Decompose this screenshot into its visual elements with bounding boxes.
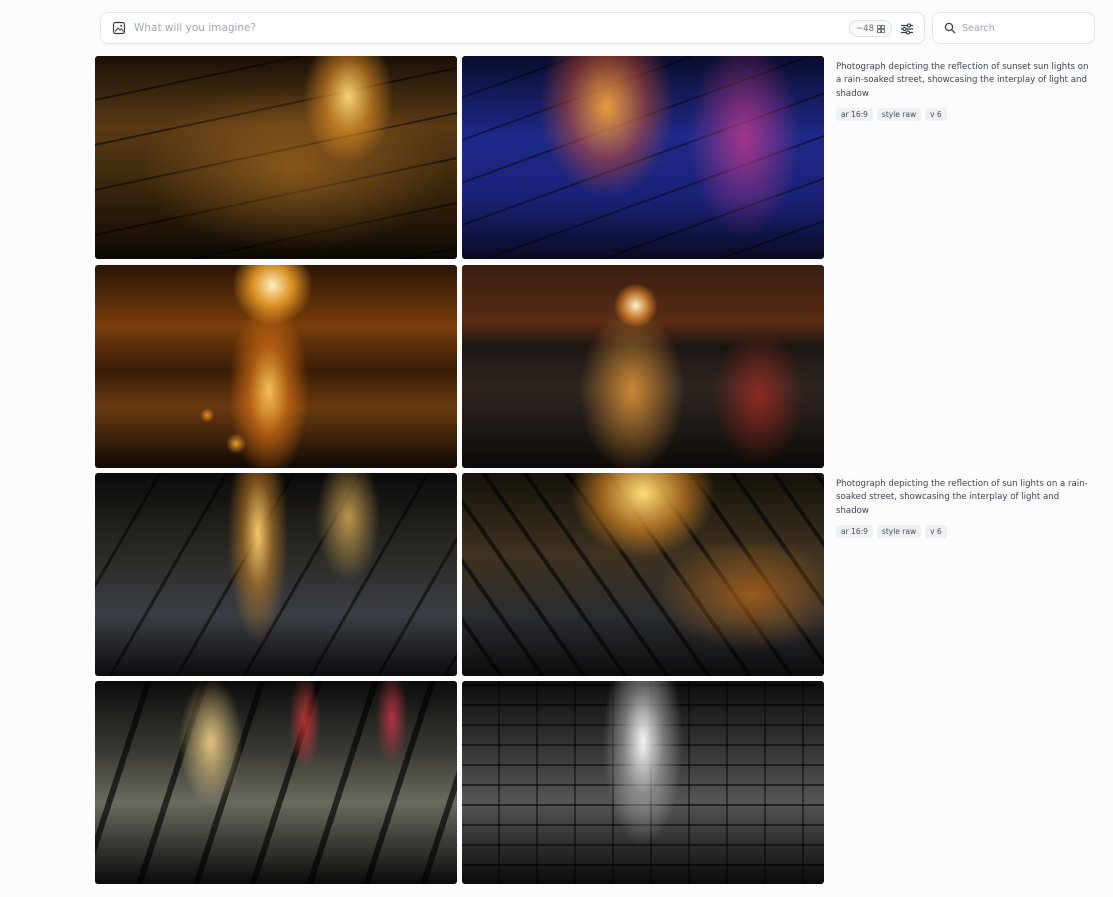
generated-image-2-2[interactable] (462, 473, 824, 676)
generated-image-2-1[interactable] (95, 473, 457, 676)
job-parameter-tags: ar 16:9 style raw v 6 (836, 525, 1091, 539)
imagine-prompt-input[interactable] (134, 22, 814, 34)
sliders-icon (901, 22, 913, 35)
job-info-2: Photograph depicting the reflection of s… (836, 478, 1091, 539)
tag-style[interactable]: style raw (876, 525, 922, 539)
generated-image-1-3[interactable] (95, 265, 457, 468)
job-prompt-text[interactable]: Photograph depicting the reflection of s… (836, 61, 1091, 101)
grid-icon (877, 24, 885, 33)
job-info-1: Photograph depicting the reflection of s… (836, 61, 1091, 122)
search-icon (944, 22, 956, 34)
generated-image-1-1[interactable] (95, 56, 457, 259)
tag-aspect-ratio[interactable]: ar 16:9 (836, 525, 873, 539)
tag-style[interactable]: style raw (876, 108, 922, 122)
tag-version[interactable]: v 6 (925, 525, 947, 539)
count-label: ~48 (856, 23, 874, 34)
settings-sliders-button[interactable] (899, 20, 915, 37)
job-parameter-tags: ar 16:9 style raw v 6 (836, 108, 1091, 122)
tag-aspect-ratio[interactable]: ar 16:9 (836, 108, 873, 122)
search-input[interactable] (962, 22, 1082, 34)
search-box (932, 12, 1095, 44)
generated-image-2-4[interactable] (462, 681, 824, 884)
generated-image-1-4[interactable] (462, 265, 824, 468)
generated-image-1-2[interactable] (462, 56, 824, 259)
image-icon[interactable] (112, 21, 126, 35)
job-prompt-text[interactable]: Photograph depicting the reflection of s… (836, 478, 1091, 518)
imagine-prompt-bar: ~48 (100, 12, 925, 44)
fast-hours-count-badge[interactable]: ~48 (849, 20, 892, 37)
tag-version[interactable]: v 6 (925, 108, 947, 122)
generated-image-2-3[interactable] (95, 681, 457, 884)
